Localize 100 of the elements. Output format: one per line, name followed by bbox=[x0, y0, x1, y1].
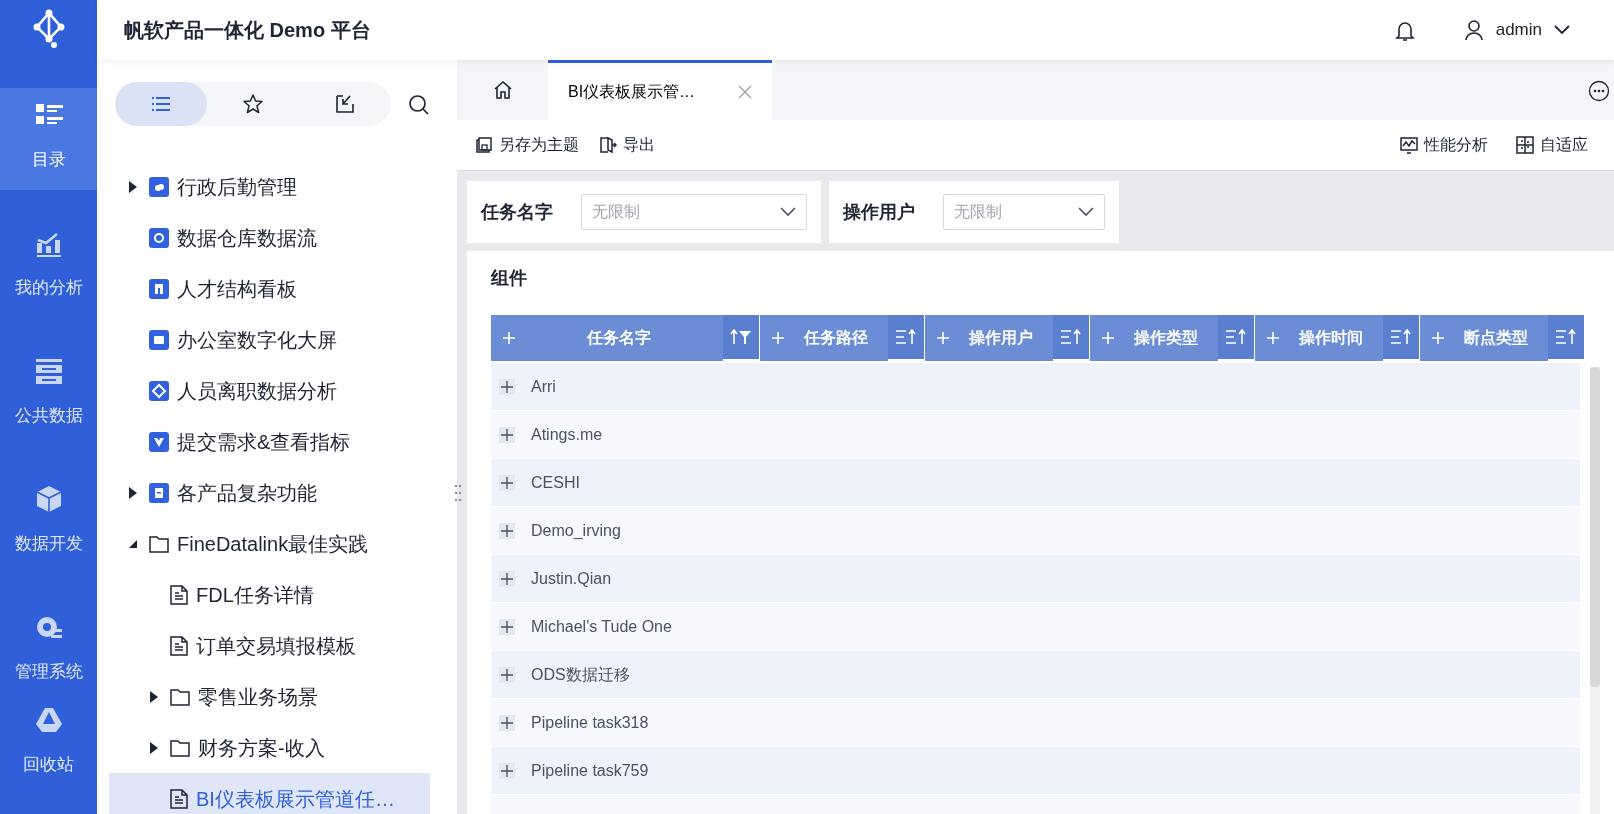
plus-icon bbox=[499, 570, 515, 587]
plus-icon bbox=[499, 762, 515, 779]
sort-button[interactable] bbox=[723, 315, 759, 361]
chevron-down-icon bbox=[1554, 25, 1570, 35]
expand-button[interactable] bbox=[499, 522, 515, 539]
tree-item[interactable]: 行政后勤管理 bbox=[109, 161, 430, 212]
user-icon bbox=[1463, 19, 1484, 41]
expand-button[interactable] bbox=[499, 426, 515, 443]
tree-item[interactable]: 零售业务场景 bbox=[109, 671, 430, 722]
sort-button[interactable] bbox=[1218, 315, 1254, 361]
tree-item[interactable]: 订单交易填报模板 bbox=[109, 620, 430, 671]
tree-item[interactable]: 各产品复杂功能 bbox=[109, 467, 430, 518]
nav-item[interactable]: 公共数据 bbox=[0, 344, 97, 446]
table-cell-text: Demo_irving bbox=[531, 520, 621, 541]
toolbar-button[interactable]: 性能分析 bbox=[1390, 129, 1498, 161]
table-cell-text: Justin.Qian bbox=[531, 568, 612, 589]
table-cell-text: Pipeline task318 bbox=[531, 712, 649, 733]
table-cell-text: Pipeline task759 bbox=[531, 760, 649, 781]
chevron-down-icon bbox=[780, 207, 796, 217]
plus-icon bbox=[1432, 332, 1444, 344]
column-header: 任务名字 bbox=[491, 315, 760, 361]
widget-title: 组件 bbox=[491, 267, 528, 289]
performance-icon bbox=[1400, 136, 1418, 154]
home-icon bbox=[492, 80, 513, 100]
expand-button[interactable] bbox=[499, 666, 515, 683]
recycle-icon bbox=[34, 706, 63, 734]
plus-icon bbox=[499, 714, 515, 731]
nav-item[interactable]: 目录 bbox=[0, 88, 97, 190]
tree-item[interactable]: 财务方案-收入 bbox=[109, 722, 430, 773]
close-icon bbox=[738, 84, 752, 99]
plus-icon bbox=[499, 474, 515, 491]
nav-item[interactable]: 回收站 bbox=[0, 692, 97, 814]
plus-icon bbox=[937, 332, 949, 344]
filter-label: 操作用户 bbox=[843, 200, 915, 224]
tree-item[interactable]: FDL任务详情 bbox=[109, 569, 430, 620]
app-icon bbox=[149, 431, 169, 452]
more-icon bbox=[1588, 79, 1610, 102]
sort-filter-icon bbox=[730, 329, 752, 345]
app-icon bbox=[149, 278, 169, 299]
search-button[interactable] bbox=[408, 92, 430, 116]
cube-icon bbox=[34, 485, 63, 513]
adaptive-icon bbox=[1516, 136, 1534, 154]
column-header: 操作用户 bbox=[925, 315, 1090, 361]
nav-item[interactable]: 管理系统 bbox=[0, 600, 97, 692]
folder-icon bbox=[170, 738, 190, 757]
tree-item[interactable]: 人员离职数据分析 bbox=[109, 365, 430, 416]
sort-button[interactable] bbox=[1548, 315, 1584, 361]
page-tab[interactable]: BI仪表板展示管… bbox=[548, 60, 772, 120]
plus-icon bbox=[499, 522, 515, 539]
import-icon bbox=[334, 93, 356, 115]
app-title: 帆软产品一体化 Demo 平台 bbox=[124, 18, 371, 43]
database-icon bbox=[34, 357, 63, 385]
folder-icon bbox=[170, 687, 190, 706]
toolbar-button[interactable]: 自适应 bbox=[1506, 129, 1598, 161]
plus-icon bbox=[499, 378, 515, 395]
tree-item[interactable]: 数据仓库数据流 bbox=[109, 212, 430, 263]
plus-icon bbox=[499, 426, 515, 443]
sort-icon bbox=[1060, 329, 1082, 345]
expand-button[interactable] bbox=[499, 378, 515, 395]
expand-button[interactable] bbox=[499, 714, 515, 731]
table-cell-text: ODS数据迁移 bbox=[531, 664, 630, 685]
table-cell-text: Michael's Tude One bbox=[531, 616, 672, 637]
bell-icon bbox=[1393, 19, 1416, 42]
user-menu[interactable]: admin bbox=[1463, 17, 1570, 43]
column-header: 断点类型 bbox=[1420, 315, 1585, 361]
sort-button[interactable] bbox=[1053, 315, 1089, 361]
sort-button[interactable] bbox=[888, 315, 924, 361]
save-theme-icon bbox=[475, 136, 493, 154]
sort-button[interactable] bbox=[1383, 315, 1419, 361]
plus-icon bbox=[772, 332, 784, 344]
plus-icon bbox=[1102, 332, 1114, 344]
toolbar-button[interactable]: 另存为主题 bbox=[465, 129, 589, 161]
sort-icon bbox=[1225, 329, 1247, 345]
tree-item[interactable]: FineDatalink最佳实践 bbox=[109, 518, 430, 569]
sort-icon bbox=[1390, 329, 1412, 345]
document-icon bbox=[170, 788, 188, 809]
expand-button[interactable] bbox=[499, 570, 515, 587]
column-header: 任务路径 bbox=[760, 315, 925, 361]
document-icon bbox=[170, 635, 188, 656]
expand-button[interactable] bbox=[499, 618, 515, 635]
table-cell-text: CESHI bbox=[531, 472, 580, 493]
chevron-down-icon bbox=[1078, 207, 1094, 217]
tree-item[interactable]: 人才结构看板 bbox=[109, 263, 430, 314]
plus-icon bbox=[499, 618, 515, 635]
expand-button[interactable] bbox=[499, 474, 515, 491]
tree-item[interactable]: 办公室数字化大屏 bbox=[109, 314, 430, 365]
column-header: 操作类型 bbox=[1090, 315, 1255, 361]
star-icon bbox=[242, 93, 264, 115]
scrollbar[interactable] bbox=[1590, 367, 1600, 814]
column-header: 操作时间 bbox=[1255, 315, 1420, 361]
plus-icon bbox=[503, 332, 515, 344]
toolbar-button[interactable]: 导出 bbox=[589, 129, 665, 161]
tree-item[interactable]: 提交需求&查看指标 bbox=[109, 416, 430, 467]
sidebar-tab[interactable] bbox=[115, 82, 207, 126]
tree-item[interactable]: BI仪表板展示管道任… bbox=[109, 773, 430, 814]
nav-item[interactable]: 我的分析 bbox=[0, 216, 97, 318]
nav-item[interactable]: 数据开发 bbox=[0, 472, 97, 574]
app-icon bbox=[149, 482, 169, 503]
app-icon bbox=[149, 227, 169, 248]
expand-button[interactable] bbox=[499, 762, 515, 779]
